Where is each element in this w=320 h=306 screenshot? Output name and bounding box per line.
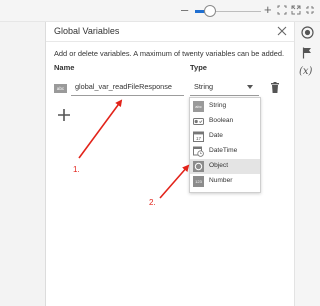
string-icon: abc (193, 101, 204, 112)
menu-item-label: String (209, 102, 227, 109)
zoom-in-button[interactable]: + (264, 3, 272, 16)
number-icon-text: 123 (195, 179, 202, 184)
menu-item-string[interactable]: abc String (190, 99, 260, 114)
name-column-header: Name (54, 63, 75, 72)
panel-description: Add or delete variables. A maximum of tw… (54, 49, 285, 58)
menu-item-label: DateTime (209, 147, 238, 154)
menu-item-datetime[interactable]: DateTime (190, 144, 260, 159)
date-icon: 17 (193, 131, 204, 142)
panel-title: Global Variables (54, 26, 120, 36)
zoom-slider-handle[interactable] (203, 5, 216, 17)
fit-screen-icon[interactable] (277, 5, 287, 15)
close-icon[interactable] (275, 24, 289, 38)
menu-item-object[interactable]: Object (190, 159, 260, 174)
datetime-icon (193, 146, 204, 157)
zoom-slider[interactable] (195, 5, 261, 17)
chevron-down-icon (247, 85, 253, 89)
object-icon (193, 161, 204, 172)
variables-icon[interactable]: (x) (299, 66, 312, 77)
zoom-out-button[interactable]: – (181, 3, 188, 16)
menu-item-label: Number (209, 177, 233, 184)
target-icon[interactable] (301, 26, 314, 39)
number-icon: 123 (193, 176, 204, 187)
expand-icon[interactable] (291, 5, 301, 15)
menu-item-number[interactable]: 123 Number (190, 174, 260, 189)
variable-name-input[interactable] (71, 78, 184, 96)
collapse-icon[interactable] (305, 5, 315, 15)
type-select-value: String (194, 82, 214, 91)
panel-header: Global Variables (46, 22, 294, 42)
annotation-label-1: 1. (73, 165, 80, 174)
boolean-icon (193, 118, 204, 125)
add-variable-button[interactable] (57, 108, 71, 122)
menu-item-label: Object (209, 162, 229, 169)
type-column-header: Type (190, 63, 207, 72)
menu-item-date[interactable]: 17 Date (190, 129, 260, 144)
menu-item-label: Boolean (209, 117, 234, 124)
menu-item-boolean[interactable]: Boolean (190, 114, 260, 129)
string-type-icon: abc (54, 84, 67, 93)
global-variables-panel: Global Variables Add or delete variables… (46, 22, 294, 306)
left-canvas-strip (0, 22, 46, 306)
menu-item-label: Date (209, 132, 223, 139)
right-side-rail: (x) (294, 22, 320, 306)
trash-icon[interactable] (270, 82, 280, 93)
date-icon-text: 17 (196, 136, 202, 141)
flag-icon[interactable] (302, 47, 313, 59)
type-dropdown-menu: abc String Boolean 17 Date DateTime Obje… (189, 97, 261, 193)
top-toolbar: – + (0, 0, 320, 22)
variable-type-select[interactable]: String (190, 78, 259, 96)
annotation-label-2: 2. (149, 198, 156, 207)
